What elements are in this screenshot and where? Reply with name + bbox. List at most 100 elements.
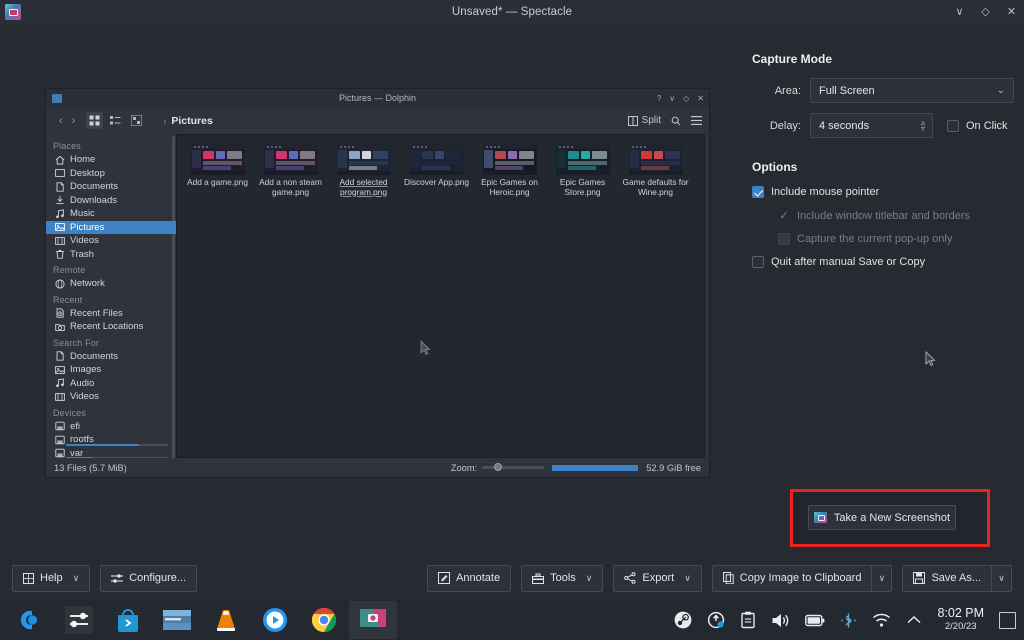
configure-button[interactable]: Configure... xyxy=(100,564,198,592)
help-button[interactable]: Help ∨ xyxy=(12,564,91,592)
icons-view-icon xyxy=(86,112,104,129)
close-button[interactable]: ✕ xyxy=(1005,4,1018,20)
chevron-down-icon[interactable]: ∨ xyxy=(684,573,691,584)
annotate-icon xyxy=(438,572,451,584)
maximize-button[interactable]: ◇ xyxy=(979,4,992,20)
sidebar-item-recent-locations[interactable]: Recent Locations xyxy=(46,320,176,334)
sidebar-item-rootfs[interactable]: rootfs xyxy=(46,433,176,447)
capture-mode-title: Capture Mode xyxy=(752,52,833,66)
sidebar-item-pictures[interactable]: Pictures xyxy=(46,220,176,234)
sidebar-item-documents[interactable]: Documents xyxy=(46,180,176,194)
file-item[interactable]: Epic Games Store.png xyxy=(546,141,619,201)
sidebar-item-network[interactable]: Network xyxy=(46,277,176,291)
settings-icon[interactable] xyxy=(55,601,103,639)
sidebar-item-videos[interactable]: Videos xyxy=(46,234,176,248)
save-as-button[interactable]: Save As... xyxy=(902,564,991,592)
take-new-screenshot-button[interactable]: Take a New Screenshot xyxy=(808,505,956,530)
places-section-header: Places xyxy=(53,141,81,151)
zoom-slider[interactable] xyxy=(482,463,545,471)
option-row[interactable]: Include mouse pointer xyxy=(752,186,1014,198)
sidebar-item-downloads[interactable]: Downloads xyxy=(46,194,176,208)
sidebar-item-audio[interactable]: Audio xyxy=(46,377,176,391)
configure-label: Configure... xyxy=(129,572,187,584)
option-checkbox[interactable] xyxy=(752,256,764,268)
file-item[interactable]: Add a game.png xyxy=(181,141,254,201)
desktop-icon xyxy=(55,168,65,178)
zoom-control[interactable]: Zoom: xyxy=(451,463,545,473)
file-area[interactable]: Add a game.png Add a non steam game.png Ad… xyxy=(176,134,705,458)
chrome-icon[interactable] xyxy=(300,601,348,639)
picture-icon xyxy=(55,222,65,232)
delay-stepper[interactable]: 4 seconds ▵ ▿ xyxy=(810,113,933,138)
sidebar-item-home[interactable]: Home xyxy=(46,153,176,167)
chevron-down-icon[interactable]: ∨ xyxy=(73,573,80,584)
spectacle-icon[interactable] xyxy=(349,601,397,639)
battery-icon[interactable] xyxy=(805,614,825,627)
save-dropdown-arrow[interactable]: ∨ xyxy=(991,564,1012,592)
wifi-icon[interactable] xyxy=(872,613,891,628)
option-row[interactable]: Quit after manual Save or Copy xyxy=(752,256,1014,268)
option-checkbox[interactable] xyxy=(752,186,764,198)
sidebar-item-images[interactable]: Images xyxy=(46,363,176,377)
window-controls: ∨ ◇ ✕ xyxy=(953,4,1018,20)
recent-folder-icon xyxy=(55,322,65,332)
save-as-group: Save As... ∨ xyxy=(902,564,1012,592)
discover-icon[interactable] xyxy=(104,601,152,639)
home-icon xyxy=(55,155,65,165)
file-thumbnail xyxy=(263,144,318,175)
bluetooth-icon[interactable] xyxy=(840,612,857,629)
show-hidden-icon[interactable] xyxy=(906,614,922,626)
annotate-button[interactable]: Annotate xyxy=(427,564,512,592)
file-name-label: Epic Games Store.png xyxy=(559,177,606,197)
kde-launcher-icon[interactable] xyxy=(6,601,54,639)
file-item[interactable]: Add a non steam game.png xyxy=(254,141,327,201)
places-section-header: Remote xyxy=(53,265,86,275)
split-button: Split xyxy=(627,115,661,126)
sidebar-item-trash[interactable]: Trash xyxy=(46,248,176,262)
clipboard-icon[interactable] xyxy=(740,611,756,629)
hamburger-menu-icon xyxy=(691,116,702,125)
sidebar-item-recent-files[interactable]: Recent Files xyxy=(46,307,176,321)
mouse-pointer xyxy=(925,351,936,367)
media-player-icon[interactable] xyxy=(251,601,299,639)
on-click-row[interactable]: On Click xyxy=(947,119,1008,132)
dolphin-body: Places Home Desktop Documents Downloads Music… xyxy=(46,134,709,458)
sidebar-item-efi[interactable]: efi xyxy=(46,420,176,434)
compact-view-icon xyxy=(128,112,145,129)
picture-icon xyxy=(55,365,65,375)
vlc-icon[interactable] xyxy=(202,601,250,639)
chevron-down-icon[interactable]: ∨ xyxy=(586,573,593,584)
sidebar-item-music[interactable]: Music xyxy=(46,207,176,221)
volume-icon[interactable] xyxy=(771,612,790,629)
stepper-arrows-icon[interactable]: ▵ ▿ xyxy=(921,118,925,132)
dolphin-icon[interactable] xyxy=(153,601,201,639)
show-desktop-button[interactable] xyxy=(999,611,1016,629)
tools-button[interactable]: Tools ∨ xyxy=(521,564,604,592)
steam-icon[interactable] xyxy=(674,611,692,629)
sidebar-item-label: Images xyxy=(70,364,102,376)
sidebar-item-documents[interactable]: Documents xyxy=(46,350,176,364)
file-item[interactable]: Discover App.png xyxy=(400,141,473,201)
updates-icon[interactable] xyxy=(707,611,725,629)
file-item[interactable]: Game defaults for Wine.png xyxy=(619,141,692,201)
screenshot-preview[interactable]: Pictures — Dolphin ? ∨ ◇ ✕ ‹ › › Picture… xyxy=(45,88,710,478)
sidebar-item-videos[interactable]: Videos xyxy=(46,390,176,404)
minimize-button[interactable]: ∨ xyxy=(953,4,966,20)
zoom-slider-handle[interactable] xyxy=(494,463,503,471)
clock[interactable]: 8:02 PM 2/20/23 xyxy=(937,607,984,633)
drive-icon xyxy=(55,435,65,445)
file-name-label: Add a non steam game.png xyxy=(259,177,322,197)
breadcrumb[interactable]: › Pictures xyxy=(163,115,212,127)
export-button[interactable]: Export ∨ xyxy=(613,564,702,592)
drive-icon xyxy=(55,421,65,431)
file-item[interactable]: Add selected program.png xyxy=(327,141,400,201)
file-item[interactable]: Epic Games on Heroic.png xyxy=(473,141,546,201)
sidebar-item-desktop[interactable]: Desktop xyxy=(46,167,176,181)
area-select[interactable]: Full Screen ⌄ xyxy=(810,78,1014,103)
trash-icon xyxy=(55,249,65,259)
copy-dropdown-arrow[interactable]: ∨ xyxy=(871,564,893,592)
copy-image-to-clipboard-button[interactable]: Copy Image to Clipboard xyxy=(711,564,872,592)
on-click-checkbox[interactable] xyxy=(947,119,959,132)
sidebar-item-var[interactable]: var xyxy=(46,447,176,458)
sidebar-item-label: Documents xyxy=(70,181,119,193)
